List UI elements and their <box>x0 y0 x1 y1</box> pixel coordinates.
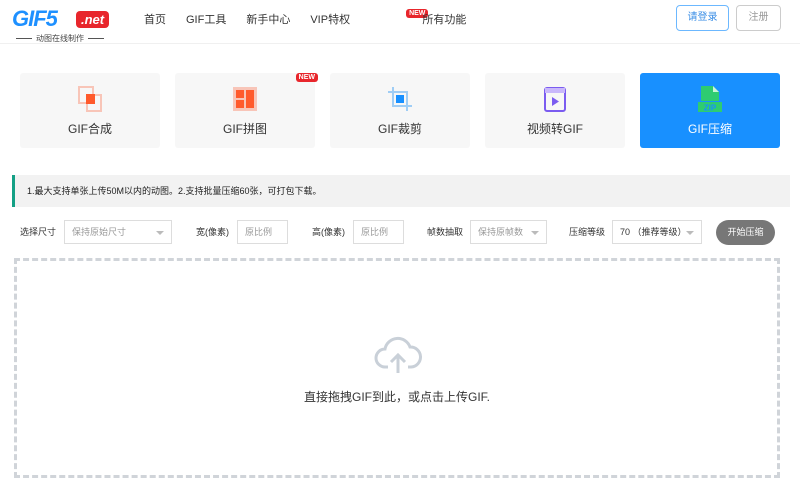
nav-all-features[interactable]: 所有功能 <box>422 11 466 27</box>
new-badge: NEW <box>295 73 318 82</box>
nav-vip-label: VIP特权 <box>310 14 351 26</box>
tool-video-to-gif[interactable]: 视频转GIF <box>485 73 625 148</box>
tool-label: GIF合成 <box>68 122 112 136</box>
video-icon <box>544 87 566 112</box>
frames-value: 保持原帧数 <box>478 227 524 237</box>
size-select[interactable]: 保持原始尺寸 <box>64 220 172 244</box>
merge-icon <box>78 86 102 112</box>
width-label: 宽(像素) <box>196 227 229 237</box>
tool-gif-merge[interactable]: GIF合成 <box>20 73 160 148</box>
main-nav: 首页 GIF工具 新手中心 VIP特权NEW 所有功能 <box>144 9 486 27</box>
login-button[interactable]: 请登录 <box>676 5 729 31</box>
tool-label: GIF拼图 <box>223 122 267 136</box>
height-label: 高(像素) <box>312 227 345 237</box>
collage-icon <box>233 87 257 111</box>
register-button[interactable]: 注册 <box>736 5 781 31</box>
svg-text:ZIP: ZIP <box>704 104 717 113</box>
chevron-down-icon <box>156 231 164 235</box>
logo[interactable]: GIF5 .net 动图在线制作 <box>12 6 112 44</box>
chevron-down-icon <box>686 231 694 235</box>
tool-gif-crop[interactable]: GIF裁剪 <box>330 73 470 148</box>
size-label: 选择尺寸 <box>20 227 57 237</box>
crop-icon <box>388 87 412 111</box>
tool-gif-compress[interactable]: ZIP GIF压缩 <box>640 73 780 148</box>
logo-net: .net <box>76 11 110 28</box>
notice-bar: 1.最大支持单张上传50M以内的动图。2.支持批量压缩60张，可打包下载。 <box>12 175 790 207</box>
start-compress-button[interactable]: 开始压缩 <box>716 220 775 245</box>
header: GIF5 .net 动图在线制作 首页 GIF工具 新手中心 VIP特权NEW … <box>0 0 800 44</box>
chevron-down-icon <box>531 231 539 235</box>
nav-home[interactable]: 首页 <box>144 11 166 27</box>
frames-label: 帧数抽取 <box>427 227 464 237</box>
tool-label: GIF压缩 <box>688 122 732 136</box>
upload-dropzone[interactable]: 直接拖拽GIF到此，或点击上传GIF. <box>14 258 780 478</box>
width-input[interactable]: 原比例 <box>237 220 288 244</box>
level-select[interactable]: 70 （推荐等级） <box>612 220 702 244</box>
nav-gif-tools[interactable]: GIF工具 <box>186 11 226 27</box>
frames-select[interactable]: 保持原帧数 <box>470 220 547 244</box>
dropzone-text: 直接拖拽GIF到此，或点击上传GIF. <box>303 390 490 404</box>
height-input[interactable]: 原比例 <box>353 220 404 244</box>
tool-label: 视频转GIF <box>527 122 583 136</box>
zip-icon: ZIP <box>698 86 722 113</box>
nav-vip[interactable]: VIP特权NEW <box>310 9 429 27</box>
level-label: 压缩等级 <box>569 227 606 237</box>
size-value: 保持原始尺寸 <box>72 227 127 237</box>
logo-subtitle: 动图在线制作 <box>12 33 108 44</box>
logo-text: GIF5 <box>12 6 58 31</box>
tool-gif-collage[interactable]: NEW GIF拼图 <box>175 73 318 148</box>
nav-beginner[interactable]: 新手中心 <box>246 11 290 27</box>
level-value: 70 （推荐等级） <box>620 227 687 237</box>
cloud-upload-icon <box>374 336 422 373</box>
tool-label: GIF裁剪 <box>378 122 422 136</box>
